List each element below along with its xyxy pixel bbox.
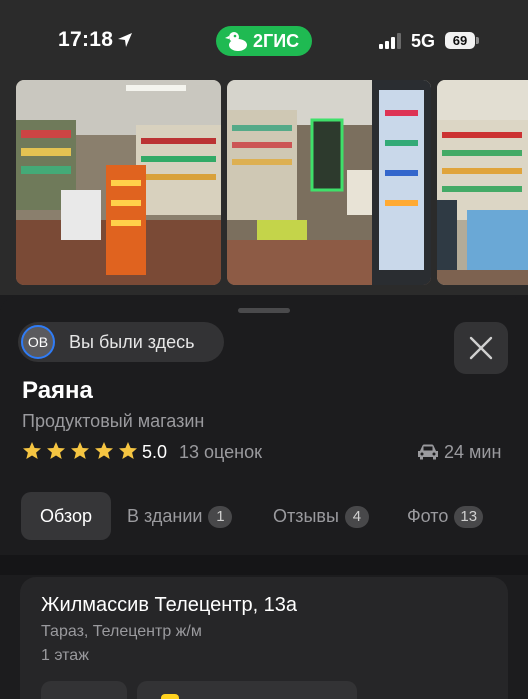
visited-chip[interactable]: ОВ Вы были здесь [18, 322, 224, 362]
tab-badge: 13 [454, 506, 484, 528]
star-icon [71, 442, 89, 459]
close-icon [469, 336, 493, 360]
star-icon [47, 442, 65, 459]
tab-bar: Обзор В здании 1 Отзывы 4 Фото 13 [0, 492, 528, 540]
store-photo[interactable] [16, 80, 221, 285]
tab-reviews[interactable]: Отзывы 4 [273, 492, 369, 540]
visited-label: Вы были здесь [69, 332, 195, 352]
star-icon [119, 442, 137, 459]
network-type: 5G [411, 31, 436, 51]
close-button[interactable] [454, 322, 508, 374]
tab-photos[interactable]: Фото 13 [407, 492, 484, 540]
app-shortcut-icon [161, 694, 179, 699]
store-photo[interactable] [437, 80, 528, 285]
tab-label: В здании [127, 506, 203, 526]
address-street: Жилмассив Телецентр, 13а [41, 594, 298, 616]
section-divider [0, 555, 528, 575]
tab-badge: 1 [208, 506, 233, 528]
status-bar: 17:18 2ГИС 5G 69 [0, 0, 528, 80]
star-icon [95, 442, 113, 459]
rating-count[interactable]: 13 оценок [179, 442, 262, 463]
rating-value: 5.0 [142, 442, 168, 462]
tab-label: Фото [407, 506, 449, 526]
tab-label: Обзор [40, 506, 92, 526]
star-icon [23, 442, 41, 459]
sheet-grabber[interactable] [238, 308, 290, 313]
photo-strip[interactable] [0, 80, 528, 295]
address-card[interactable]: Жилмассив Телецентр, 13а Тараз, Телецент… [20, 577, 508, 699]
cellular-signal-icon [379, 33, 401, 49]
action-button[interactable] [41, 681, 127, 699]
avatar: ОВ [21, 325, 55, 359]
battery-tip [476, 37, 479, 44]
travel-time[interactable]: 24 мин [444, 442, 501, 463]
tab-in-building[interactable]: В здании 1 [127, 492, 233, 540]
location-arrow-icon [118, 33, 132, 47]
app-brand-badge[interactable]: 2ГИС [216, 26, 312, 56]
brand-label: 2ГИС [253, 31, 300, 51]
tab-badge: 4 [344, 506, 369, 528]
action-button-wide[interactable] [137, 681, 357, 699]
place-category[interactable]: Продуктовый магазин [22, 411, 204, 432]
tab-label: Отзывы [273, 506, 339, 526]
duck-logo-icon [225, 32, 247, 51]
battery-icon: 69 [445, 32, 475, 49]
store-photo[interactable] [227, 80, 431, 285]
address-floor: 1 этаж [41, 647, 89, 664]
status-time: 17:18 [58, 28, 114, 51]
place-name: Раяна [22, 377, 93, 404]
car-icon [418, 444, 438, 460]
place-card-sheet: ОВ Вы были здесь Раяна Продуктовый магаз… [0, 297, 528, 699]
tab-overview[interactable]: Обзор [21, 492, 111, 540]
address-locality: Тараз, Телецентр ж/м [41, 623, 202, 640]
